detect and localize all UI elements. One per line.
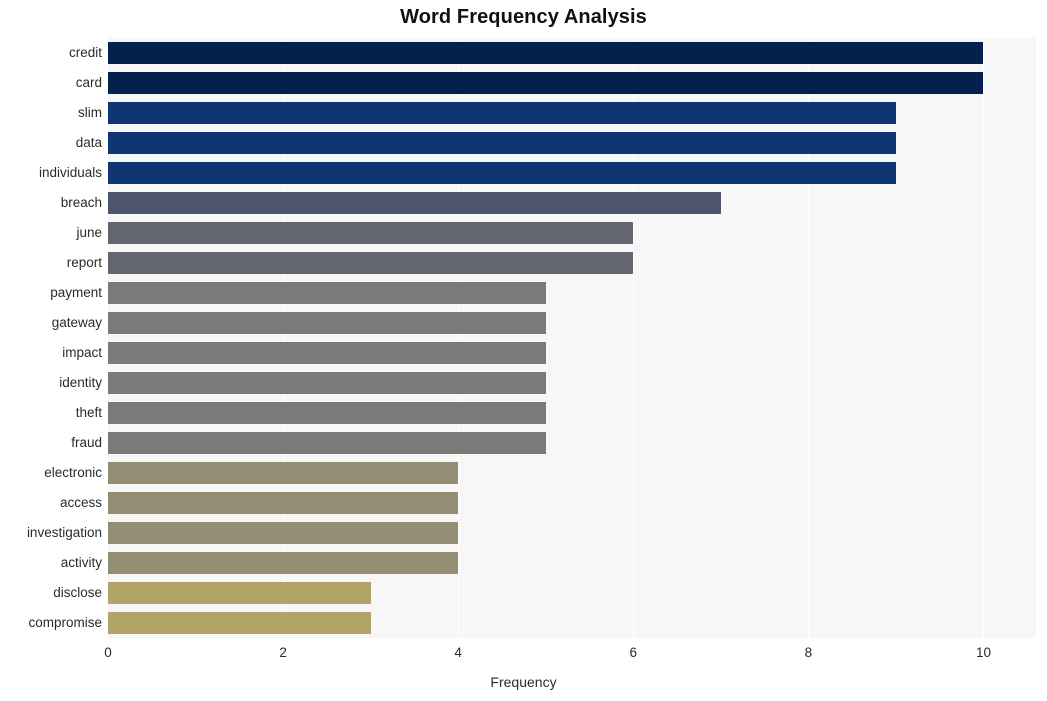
- y-axis-tick-label: identity: [59, 375, 102, 390]
- y-axis-tick-label: fraud: [71, 435, 102, 450]
- bar: [108, 102, 896, 124]
- x-axis-tick-label: 10: [975, 645, 991, 660]
- x-axis-tick-label: 0: [104, 645, 112, 660]
- word-frequency-chart: Word Frequency Analysis credit card slim da…: [0, 0, 1047, 701]
- bar: [108, 612, 371, 634]
- bar: [108, 372, 546, 394]
- bar: [108, 312, 546, 334]
- bar: [108, 522, 459, 544]
- bar: [108, 552, 459, 574]
- bar: [108, 462, 459, 484]
- y-axis-tick-label: slim: [78, 105, 102, 120]
- y-axis-tick-label: payment: [50, 285, 102, 300]
- bar: [108, 42, 984, 64]
- y-axis-tick-label: report: [66, 255, 102, 270]
- y-axis-tick-label: activity: [60, 555, 102, 570]
- y-axis-tick-label: data: [75, 135, 102, 150]
- x-axis-tick-labels: 0 2 4 6 8 10: [0, 643, 1047, 665]
- y-axis-tick-label: gateway: [51, 315, 102, 330]
- bars-layer: [108, 38, 1036, 638]
- y-axis-tick-label: june: [76, 225, 102, 240]
- x-axis-tick-label: 4: [454, 645, 462, 660]
- y-axis-tick-label: credit: [68, 45, 102, 60]
- bar: [108, 72, 984, 94]
- y-axis-tick-label: access: [59, 495, 102, 510]
- x-axis-tick-label: 6: [629, 645, 638, 660]
- y-axis-tick-label: electronic: [44, 465, 102, 480]
- x-axis-tick-label: 2: [279, 645, 287, 660]
- y-axis-tick-label: individuals: [38, 165, 102, 180]
- bar: [108, 492, 459, 514]
- bar: [108, 252, 634, 274]
- bar: [108, 192, 721, 214]
- y-axis-tick-label: impact: [62, 345, 102, 360]
- y-axis-tick-labels: credit card slim data individuals breach june r…: [0, 38, 102, 638]
- bar: [108, 282, 546, 304]
- x-axis-title: Frequency: [490, 674, 557, 690]
- bar: [108, 342, 546, 364]
- bar: [108, 582, 371, 604]
- y-axis-tick-label: disclose: [53, 585, 102, 600]
- x-axis-tick-label: 8: [804, 645, 813, 660]
- bar: [108, 162, 896, 184]
- chart-title: Word Frequency Analysis: [400, 6, 647, 28]
- y-axis-tick-label: investigation: [26, 525, 102, 540]
- bar: [108, 132, 896, 154]
- y-axis-tick-label: compromise: [28, 615, 102, 630]
- y-axis-tick-label: card: [75, 75, 102, 90]
- bar: [108, 402, 546, 424]
- plot-area: [108, 38, 1036, 638]
- bar: [108, 432, 546, 454]
- bar: [108, 222, 634, 244]
- y-axis-tick-label: theft: [75, 405, 102, 420]
- y-axis-tick-label: breach: [60, 195, 102, 210]
